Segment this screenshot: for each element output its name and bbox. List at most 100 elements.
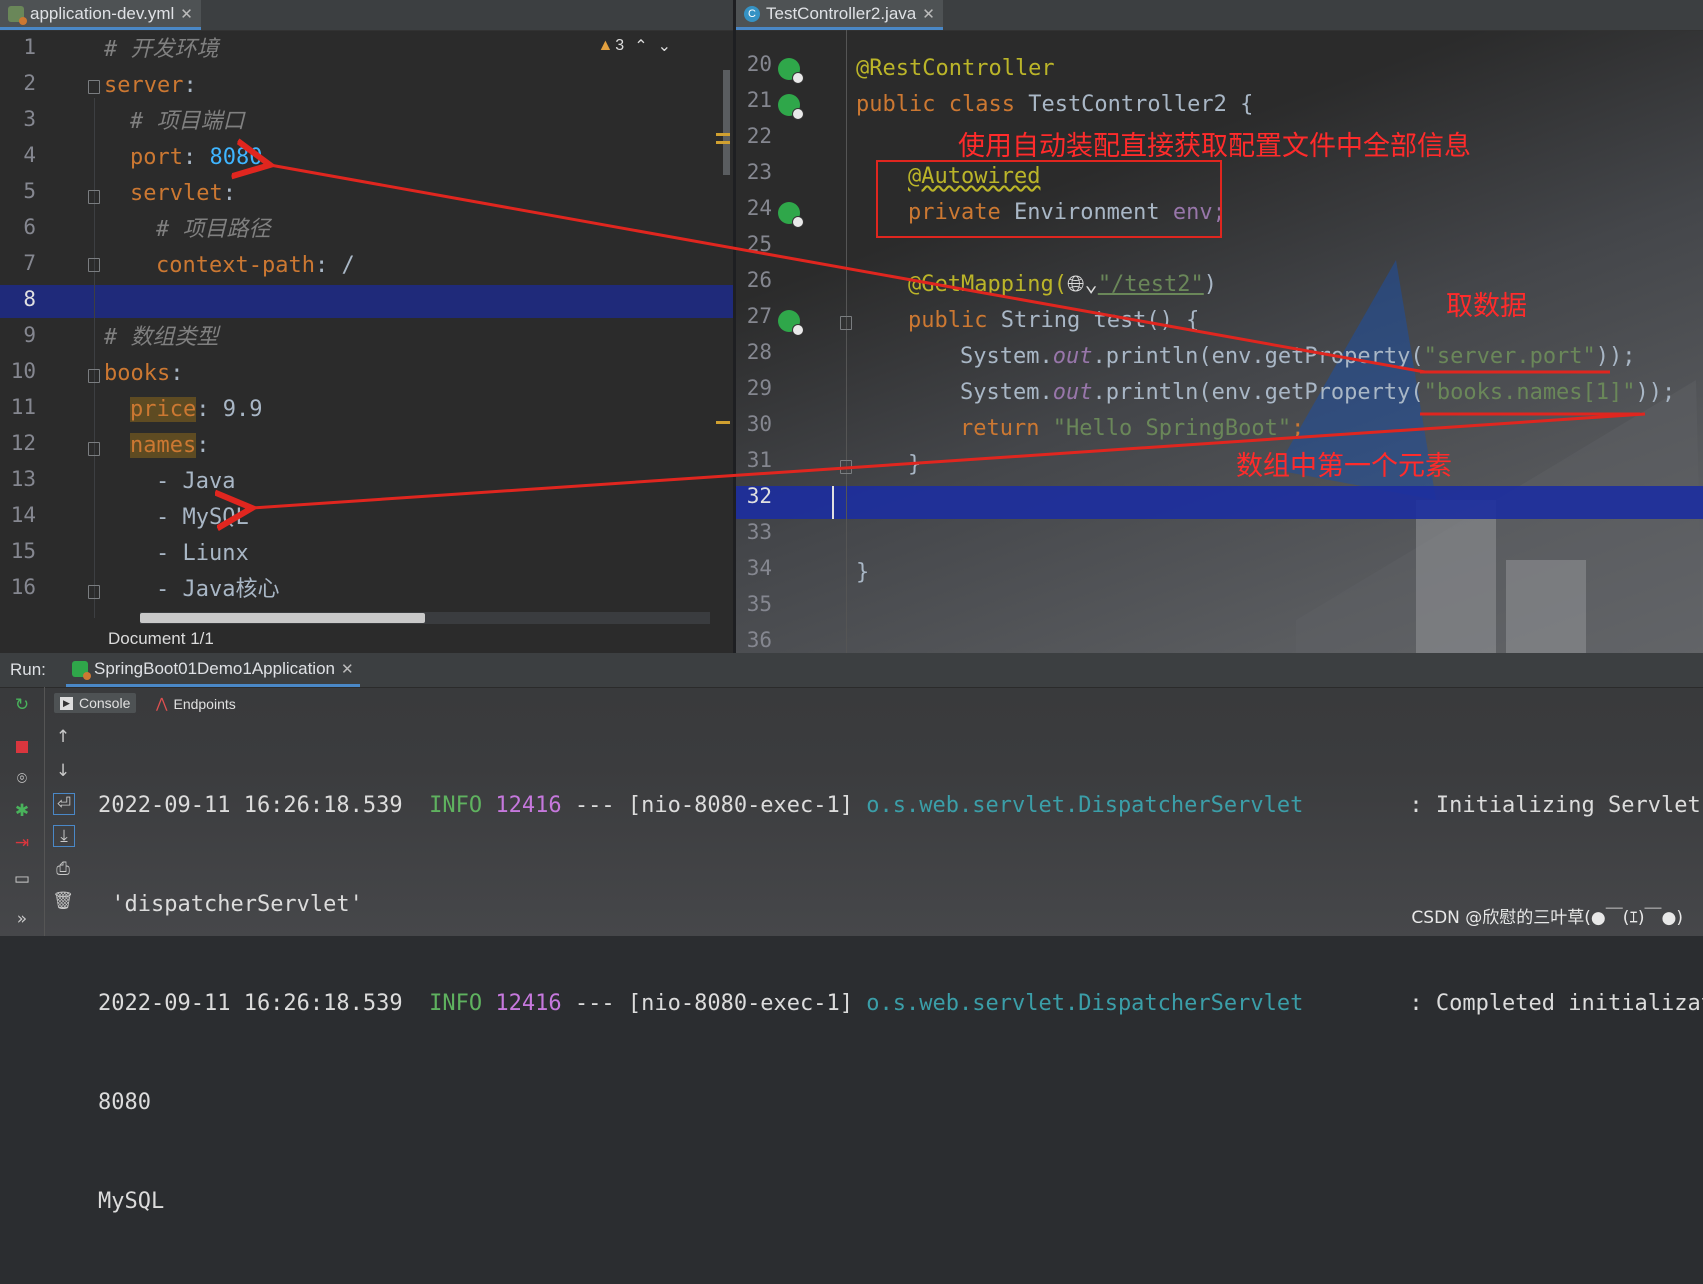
log-pid: 12416 [495,991,562,1016]
line-number: 10 [10,359,36,383]
fold-marker[interactable] [88,585,100,599]
java-class-icon: C [744,5,760,22]
code-line-26[interactable]: @GetMapping(🌐︎⌄"/test2") [908,268,1217,301]
fetch-data-note: 取数据 [1446,291,1527,322]
fold-marker[interactable] [840,316,852,330]
inspection-widget[interactable]: ▲ 3 ⌃ ⌄ [597,36,671,56]
code-line-1[interactable]: # 开发环境 [104,33,219,66]
exit-icon[interactable]: ⇥ [12,833,32,853]
code-line-7[interactable]: context-path: / [156,249,355,282]
tab-application-dev-yml[interactable]: application-dev.yml ✕ [0,0,201,30]
warning-marker[interactable] [716,141,730,144]
code-line-14[interactable]: - MySQL [156,501,249,534]
code-line-29[interactable]: System.out.println(env.getProperty("book… [960,376,1675,409]
run-tool-window[interactable]: Run: SpringBoot01Demo1Application ✕ ▶ Co… [0,653,1703,1214]
code-line-4[interactable]: port: 8080 [130,141,262,174]
rerun-icon[interactable]: ↻ [12,695,32,715]
warning-marker[interactable] [716,421,730,424]
globe-icon[interactable]: 🌐︎⌄ [1067,272,1098,297]
log-thread: [nio-8080-exec-1] [627,793,854,818]
layout-icon[interactable]: ▭ [12,869,32,889]
horizontal-scrollbar[interactable] [140,612,710,624]
code-line-3[interactable]: # 项目端口 [130,105,245,138]
code-line-10[interactable]: books: [104,357,183,390]
warning-marker[interactable] [716,133,730,136]
print-icon[interactable]: ⎙ [53,859,73,879]
close-icon[interactable]: ✕ [341,660,354,678]
code-token: System. [960,344,1053,369]
code-line-16[interactable]: - Java核心 [156,573,279,606]
stop-icon[interactable] [12,737,32,757]
line-number: 33 [746,520,772,544]
code-line-20[interactable]: @RestController [856,52,1055,85]
chevron-down-icon[interactable]: ⌄ [658,36,671,56]
yaml-key: books [104,361,171,386]
close-icon[interactable]: ✕ [922,5,935,23]
scroll-to-end-icon[interactable]: ⤓ [53,825,75,847]
yaml-value: / [341,253,355,278]
line-number: 11 [10,395,36,419]
debug-icon[interactable]: ✱ [12,801,32,821]
string-literal[interactable]: "/test2" [1098,272,1204,297]
current-line-highlight [0,285,733,318]
line-number: 9 [23,323,36,347]
yaml-key: price [130,397,197,422]
yaml-editor-pane[interactable]: application-dev.yml ✕ ▲ 3 ⌃ ⌄ 1234567891… [0,0,733,653]
semicolon: ; [1291,416,1305,441]
trash-icon[interactable]: 🗑︎ [52,891,74,911]
line-number: 23 [746,160,772,184]
current-line-highlight [736,486,1703,519]
tab-testcontroller2-java[interactable]: C TestController2.java ✕ [736,0,943,30]
tab-endpoints[interactable]: ⋀ Endpoints [150,693,242,714]
more-icon[interactable]: » [12,909,32,929]
code-line-31[interactable]: } [908,448,921,481]
java-editor-pane[interactable]: C TestController2.java ✕ 20 21 22 23 24 25 26 2… [736,0,1703,653]
chevron-up-icon[interactable]: ⌃ [634,36,647,56]
vertical-scrollbar[interactable] [723,70,730,175]
keyword: public class [856,92,1015,117]
web-endpoint-icon[interactable] [778,310,804,336]
run-config-label: SpringBoot01Demo1Application [94,658,335,678]
yaml-key: context-path [156,253,315,278]
arrow-up-icon[interactable]: ↑ [53,727,73,747]
fold-marker[interactable] [88,442,100,456]
line-number: 29 [746,376,772,400]
line-number: 36 [746,628,772,652]
run-config-tab[interactable]: SpringBoot01Demo1Application ✕ [66,653,360,687]
code-line-21[interactable]: public class TestController2 { [856,88,1253,121]
camera-icon[interactable]: ⌾ [12,769,32,789]
code-line-12[interactable]: names: [130,429,209,462]
autowired-navigate-icon[interactable] [778,202,804,228]
console-output[interactable]: 2022-09-11 16:26:18.539 INFO 12416 --- [… [98,723,1703,1284]
scrollbar-thumb[interactable] [140,613,425,623]
paren: ) [1203,272,1218,297]
fold-marker[interactable] [88,369,100,383]
arrow-down-icon[interactable]: ↓ [53,761,73,781]
soft-wrap-icon[interactable]: ⏎ [53,793,75,815]
code-line-11[interactable]: price: 9.9 [130,393,262,426]
code-line-15[interactable]: - Liunx [156,537,249,570]
tab-label: application-dev.yml [30,3,175,23]
fold-marker[interactable] [840,460,852,474]
spring-bean-icon[interactable] [778,58,804,84]
code-line-30[interactable]: return "Hello SpringBoot"; [960,412,1304,445]
code-line-2[interactable]: server: [104,69,197,102]
fold-marker[interactable] [88,80,100,94]
run-header: Run: SpringBoot01Demo1Application ✕ [0,653,1703,688]
fold-marker[interactable] [88,190,100,204]
left-tab-bar: application-dev.yml ✕ [0,0,733,31]
code-line-27[interactable]: public String test() { [908,304,1199,337]
spring-bean-icon[interactable] [778,94,804,120]
close-icon[interactable]: ✕ [180,5,193,23]
annotation: @GetMapping( [908,272,1067,297]
code-line-28[interactable]: System.out.println(env.getProperty("serv… [960,340,1636,373]
code-line-9[interactable]: # 数组类型 [104,321,219,354]
stdout-line: 8080 [98,1090,151,1115]
static-field: out [1052,380,1093,405]
endpoints-icon: ⋀ [156,695,168,711]
code-line-6[interactable]: # 项目路径 [156,213,271,246]
code-line-34[interactable]: } [856,556,869,589]
code-line-13[interactable]: - Java [156,465,235,498]
code-line-5[interactable]: servlet: [130,177,236,210]
fold-marker[interactable] [88,258,100,272]
